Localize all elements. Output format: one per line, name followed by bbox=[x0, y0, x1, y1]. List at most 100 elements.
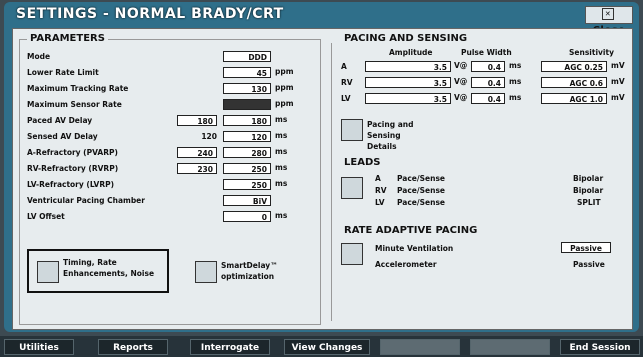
close-icon: ✕ bbox=[602, 8, 614, 20]
lead-rv-mode: Pace/Sense bbox=[397, 186, 446, 195]
view-changes-button[interactable]: View Changes bbox=[284, 339, 370, 355]
parameters-heading: PARAMETERS bbox=[27, 33, 108, 44]
unit: ms bbox=[275, 115, 288, 124]
unit: ms bbox=[275, 179, 288, 188]
param-label: RV-Refractory (RVRP) bbox=[27, 164, 119, 173]
lv-sensitivity-field[interactable]: AGC 1.0 bbox=[541, 93, 607, 104]
minute-ventilation-field[interactable]: Passive bbox=[561, 242, 611, 253]
smartdelay-button[interactable]: SmartDelay™ optimization bbox=[193, 257, 313, 287]
leads-icon bbox=[341, 177, 363, 199]
unit: mV bbox=[611, 93, 625, 102]
col-pulse-width: Pulse Width bbox=[461, 48, 512, 57]
unit: ms bbox=[509, 77, 522, 86]
chamber-a-label: A bbox=[341, 62, 347, 71]
chamber-lv-label: LV bbox=[341, 94, 351, 103]
leads-heading: LEADS bbox=[341, 157, 384, 168]
pacing-chamber-field[interactable]: BiV bbox=[223, 195, 271, 206]
interrogate-button[interactable]: Interrogate bbox=[190, 339, 270, 355]
pacing-details-button[interactable]: Pacing and Sensing Details bbox=[341, 117, 461, 151]
unit: ms bbox=[275, 163, 288, 172]
lower-rate-field[interactable]: 45 bbox=[223, 67, 271, 78]
param-label: Paced AV Delay bbox=[27, 116, 93, 125]
rate-adaptive-button[interactable] bbox=[341, 243, 363, 265]
window-title: SETTINGS - NORMAL BRADY/CRT bbox=[16, 6, 284, 22]
lead-rv-config: Bipolar bbox=[573, 186, 604, 195]
sensed-av-field[interactable]: 120 bbox=[223, 131, 271, 142]
unit: mV bbox=[611, 77, 625, 86]
col-sensitivity: Sensitivity bbox=[569, 48, 614, 57]
title-bar: SETTINGS - NORMAL BRADY/CRT ✕Close bbox=[4, 2, 639, 36]
disabled-button-2 bbox=[470, 339, 550, 355]
a-pulse-field[interactable]: 0.4 bbox=[471, 61, 505, 72]
unit: mV bbox=[611, 61, 625, 70]
max-tracking-field[interactable]: 130 bbox=[223, 83, 271, 94]
lead-lv-chamber: LV bbox=[375, 198, 385, 207]
col-amplitude: Amplitude bbox=[389, 48, 433, 57]
disabled-button-1 bbox=[380, 339, 460, 355]
smartdelay-label: SmartDelay™ optimization bbox=[221, 261, 278, 281]
lv-amplitude-field[interactable]: 3.5 bbox=[365, 93, 451, 104]
pacing-heading: PACING AND SENSING bbox=[341, 33, 471, 44]
param-label: LV-Refractory (LVRP) bbox=[27, 180, 115, 189]
lv-pulse-field[interactable]: 0.4 bbox=[471, 93, 505, 104]
unit: ms bbox=[275, 131, 288, 140]
paced-av-field[interactable]: 180 bbox=[223, 115, 271, 126]
lead-a-config: Bipolar bbox=[573, 174, 604, 183]
a-amplitude-field[interactable]: 3.5 bbox=[365, 61, 451, 72]
unit: ppm bbox=[275, 83, 294, 92]
lv-refractory-field[interactable]: 250 bbox=[223, 179, 271, 190]
smartdelay-icon bbox=[195, 261, 217, 283]
param-label: LV Offset bbox=[27, 212, 65, 221]
max-sensor-field[interactable] bbox=[223, 99, 271, 110]
rv-refractory-field[interactable]: 250 bbox=[223, 163, 271, 174]
timing-label: Timing, Rate Enhancements, Noise bbox=[63, 258, 155, 278]
leads-button[interactable] bbox=[341, 177, 363, 199]
unit: ms bbox=[275, 211, 288, 220]
unit: V@ bbox=[454, 93, 468, 102]
taskbar: Utilities Reports Interrogate View Chang… bbox=[0, 336, 643, 357]
chamber-rv-label: RV bbox=[341, 78, 353, 87]
rv-sensitivity-field[interactable]: AGC 0.6 bbox=[541, 77, 607, 88]
unit: ppm bbox=[275, 67, 294, 76]
param-label: Maximum Tracking Rate bbox=[27, 84, 129, 93]
accelerometer-value: Passive bbox=[573, 260, 605, 269]
paced-av-min-field[interactable]: 180 bbox=[177, 115, 217, 126]
a-refractory-min-field[interactable]: 240 bbox=[177, 147, 217, 158]
close-button[interactable]: ✕Close bbox=[585, 6, 633, 36]
a-refractory-field[interactable]: 280 bbox=[223, 147, 271, 158]
param-label: Mode bbox=[27, 52, 51, 61]
mode-field[interactable]: DDD bbox=[223, 51, 271, 62]
lead-lv-config: SPLIT bbox=[577, 198, 601, 207]
param-label: Lower Rate Limit bbox=[27, 68, 99, 77]
rv-pulse-field[interactable]: 0.4 bbox=[471, 77, 505, 88]
settings-window: SETTINGS - NORMAL BRADY/CRT ✕Close PARAM… bbox=[4, 2, 639, 332]
minute-ventilation-label: Minute Ventilation bbox=[375, 244, 454, 253]
param-label: Sensed AV Delay bbox=[27, 132, 98, 141]
settings-panel: PARAMETERS Mode DDD Lower Rate Limit 45 … bbox=[12, 28, 633, 330]
lead-a-mode: Pace/Sense bbox=[397, 174, 446, 183]
lead-rv-chamber: RV bbox=[375, 186, 387, 195]
pacing-details-icon bbox=[341, 119, 363, 141]
wrench-icon bbox=[37, 261, 59, 283]
rv-amplitude-field[interactable]: 3.5 bbox=[365, 77, 451, 88]
unit: ms bbox=[509, 61, 522, 70]
column-divider bbox=[331, 43, 332, 321]
accelerometer-label: Accelerometer bbox=[375, 260, 437, 269]
unit: ms bbox=[275, 147, 288, 156]
lead-lv-mode: Pace/Sense bbox=[397, 198, 446, 207]
utilities-button[interactable]: Utilities bbox=[4, 339, 74, 355]
param-label: Ventricular Pacing Chamber bbox=[27, 196, 145, 205]
param-label: Maximum Sensor Rate bbox=[27, 100, 122, 109]
rate-adaptive-heading: RATE ADAPTIVE PACING bbox=[341, 225, 481, 236]
timing-button[interactable]: Timing, Rate Enhancements, Noise bbox=[27, 249, 169, 293]
unit: ms bbox=[509, 93, 522, 102]
reports-button[interactable]: Reports bbox=[98, 339, 168, 355]
rate-adaptive-icon bbox=[341, 243, 363, 265]
lv-offset-field[interactable]: 0 bbox=[223, 211, 271, 222]
unit: V@ bbox=[454, 61, 468, 70]
end-session-button[interactable]: End Session bbox=[560, 339, 640, 355]
rv-refractory-min-field[interactable]: 230 bbox=[177, 163, 217, 174]
sensed-av-min-value: 120 bbox=[201, 132, 217, 141]
a-sensitivity-field[interactable]: AGC 0.25 bbox=[541, 61, 607, 72]
pacing-details-label: Pacing and Sensing Details bbox=[367, 120, 414, 151]
